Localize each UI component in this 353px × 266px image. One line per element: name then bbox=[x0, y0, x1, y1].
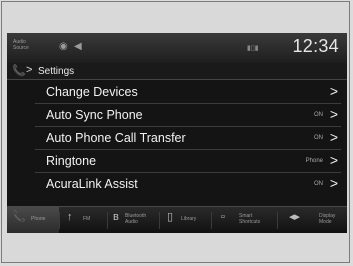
bluetooth-icon: ʙ bbox=[113, 211, 119, 223]
nav-item-fm[interactable]: ↑ FM bbox=[61, 207, 107, 233]
list-item-label: Auto Phone Call Transfer bbox=[46, 131, 186, 145]
list-item-value: ON bbox=[314, 181, 323, 187]
nav-divider bbox=[277, 212, 278, 229]
chevron-right-icon: > bbox=[26, 64, 33, 76]
chevron-right-icon: > bbox=[329, 175, 338, 191]
chevron-right-icon: > bbox=[329, 152, 338, 168]
nav-label: Library bbox=[181, 216, 197, 222]
nav-item-bluetooth-audio[interactable]: ʙ Bluetooth Audio bbox=[109, 207, 159, 233]
list-item-label: Auto Sync Phone bbox=[46, 108, 143, 122]
nav-divider bbox=[211, 212, 212, 229]
smart-shortcut-icon: ▫ bbox=[221, 211, 225, 223]
screenshot-frame: Audio Source ◉ ◀ ▮▯▮ 12:34 📞 > Settings … bbox=[1, 1, 350, 263]
nav-label-multiline: Bluetooth Audio bbox=[125, 213, 146, 225]
nav-label-line2: Audio bbox=[125, 219, 138, 225]
chevron-right-icon: > bbox=[329, 106, 338, 122]
status-bar: Audio Source ◉ ◀ ▮▯▮ 12:34 bbox=[7, 33, 347, 63]
radio-icon: ◉ bbox=[59, 41, 68, 52]
nav-item-phone[interactable]: 📞 Phone bbox=[7, 207, 59, 233]
bottom-nav: 📞 Phone ↑ FM ʙ Bluetooth Audio ▯ Library bbox=[7, 206, 347, 233]
nav-label: FM bbox=[83, 216, 91, 222]
nav-label-multiline: Display Mode bbox=[319, 213, 335, 225]
list-item-change-devices[interactable]: Change Devices > bbox=[35, 81, 341, 104]
nav-label-line2: Shortcuts bbox=[239, 219, 261, 225]
list-item-label: AcuraLink Assist bbox=[46, 177, 138, 191]
list-item-label: Change Devices bbox=[46, 85, 138, 99]
breadcrumb: 📞 > Settings bbox=[7, 63, 347, 80]
breadcrumb-title: Settings bbox=[38, 66, 75, 77]
infotainment-screen: Audio Source ◉ ◀ ▮▯▮ 12:34 📞 > Settings … bbox=[7, 33, 347, 233]
radio-icon: ↑ bbox=[67, 211, 73, 223]
list-item-value: Phone bbox=[305, 158, 323, 164]
nav-label-line2: Mode bbox=[319, 219, 332, 225]
list-item-value: ON bbox=[314, 135, 323, 141]
nav-divider bbox=[159, 212, 160, 229]
list-item-auto-phone-call-transfer[interactable]: Auto Phone Call Transfer ON > bbox=[35, 127, 341, 150]
signal-icon: ▮▯▮ bbox=[247, 45, 259, 52]
nav-item-library[interactable]: ▯ Library bbox=[161, 207, 211, 233]
nav-label: Phone bbox=[31, 216, 46, 222]
list-item-value: ON bbox=[314, 112, 323, 118]
nav-item-display-mode[interactable]: ◂▸ Display Mode bbox=[279, 207, 345, 233]
nav-divider bbox=[59, 212, 60, 229]
chevron-right-icon: > bbox=[329, 83, 338, 99]
volume-icon: ◀ bbox=[74, 41, 82, 52]
display-mode-icon: ◂▸ bbox=[289, 211, 301, 223]
clock: 12:34 bbox=[292, 36, 339, 56]
list-item-acuralink-assist[interactable]: AcuraLink Assist ON > bbox=[35, 173, 341, 195]
audio-source-line2: Source bbox=[13, 45, 29, 51]
list-item-ringtone[interactable]: Ringtone Phone > bbox=[35, 150, 341, 173]
library-icon: ▯ bbox=[167, 211, 174, 223]
list-item-auto-sync-phone[interactable]: Auto Sync Phone ON > bbox=[35, 104, 341, 127]
chevron-right-icon: > bbox=[329, 129, 338, 145]
nav-divider bbox=[107, 212, 108, 229]
list-item-label: Ringtone bbox=[46, 154, 97, 168]
nav-label-multiline: Smart Shortcuts bbox=[239, 213, 260, 225]
nav-item-smart-shortcuts[interactable]: ▫ Smart Shortcuts bbox=[213, 207, 277, 233]
audio-source-button[interactable]: Audio Source bbox=[13, 39, 39, 57]
phone-icon: 📞 bbox=[12, 65, 26, 77]
phone-icon: 📞 bbox=[12, 211, 26, 223]
